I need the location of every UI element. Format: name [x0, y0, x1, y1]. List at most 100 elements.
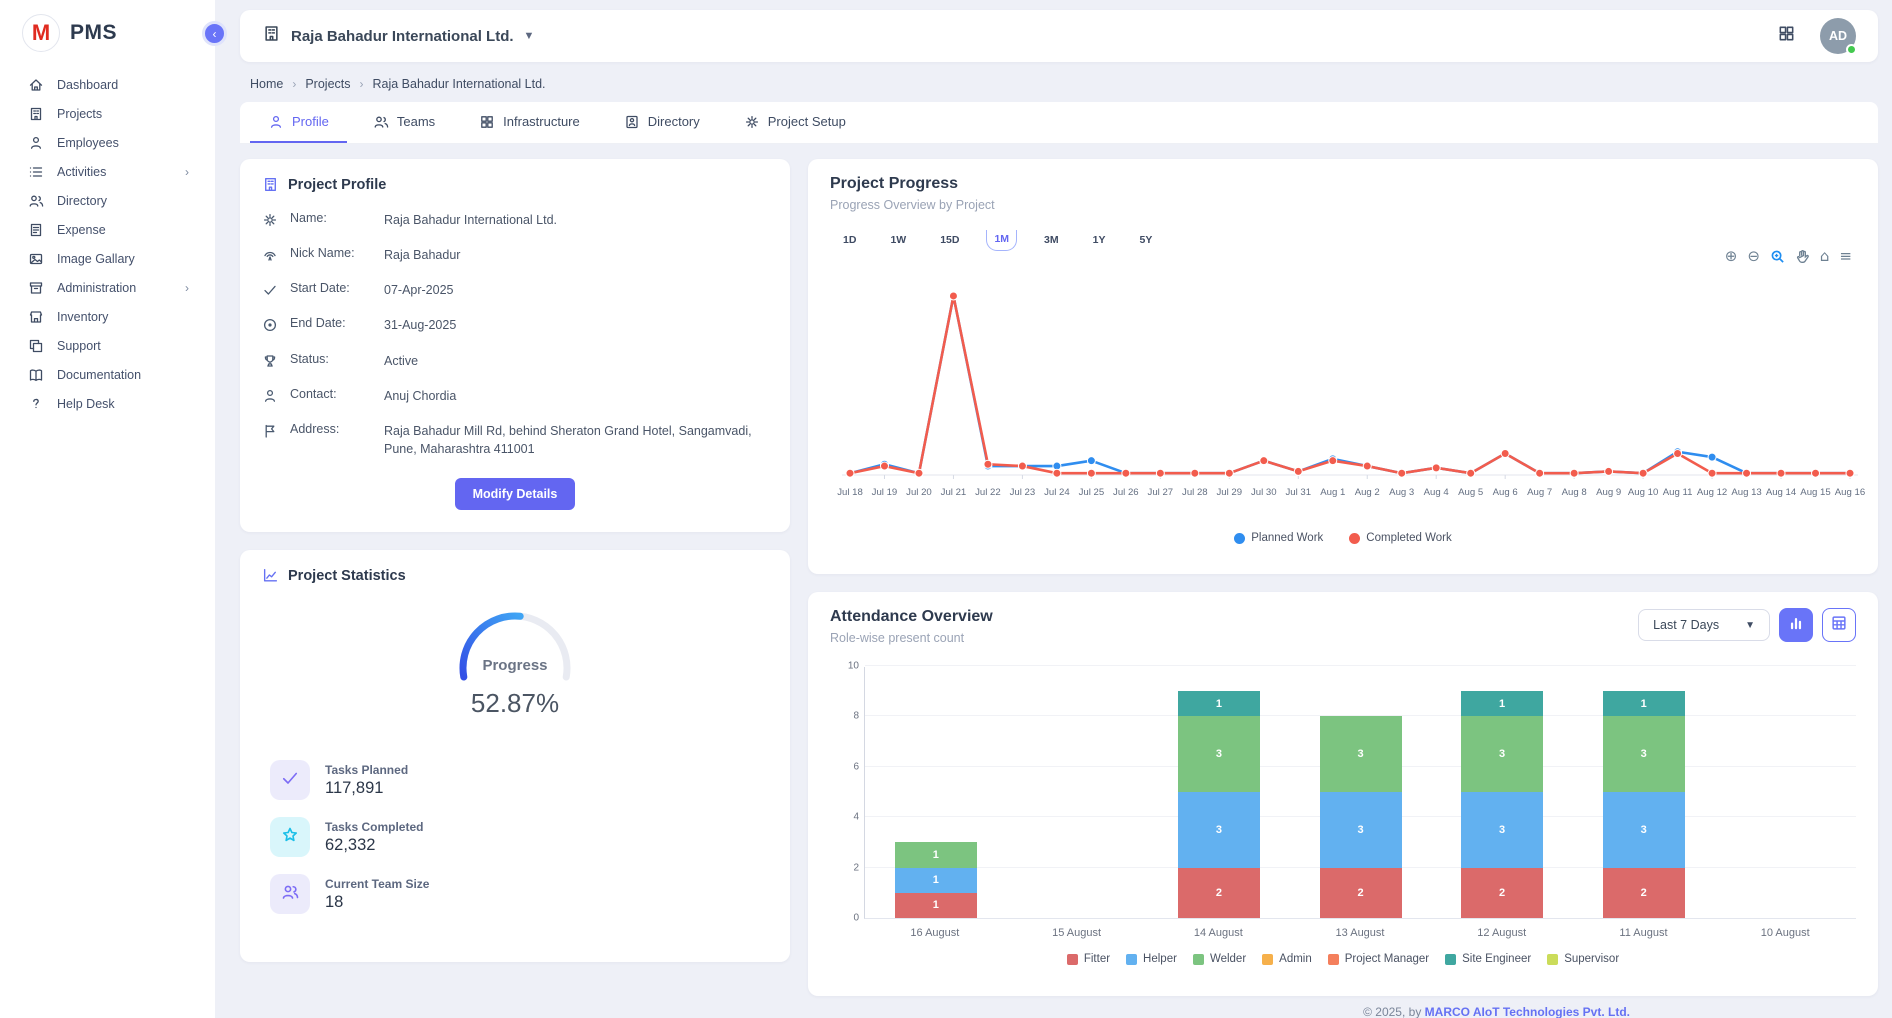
legend-swatch [1193, 954, 1204, 965]
bar-value-label: 3 [1216, 748, 1222, 760]
profile-field-name: Name:Raja Bahadur International Ltd. [262, 211, 768, 229]
footer-company-link[interactable]: MARCO AIoT Technologies Pvt. Ltd. [1425, 1005, 1630, 1018]
building-icon [262, 176, 279, 193]
bar-segment-site-engineer: 1 [1461, 691, 1543, 716]
sidebar-item-documentation[interactable]: Documentation [0, 360, 215, 389]
breadcrumb-item[interactable]: Projects [305, 77, 350, 91]
date-range-dropdown[interactable]: Last 7 Days ▼ [1638, 609, 1770, 641]
svg-text:Aug 10: Aug 10 [1628, 487, 1658, 498]
field-value: Raja Bahadur [384, 246, 768, 264]
pan-icon[interactable] [1795, 249, 1810, 264]
apps-grid-icon[interactable] [1777, 24, 1796, 48]
tab-profile[interactable]: Profile [250, 102, 347, 143]
company-selector[interactable]: Raja Bahadur International Ltd. ▼ [262, 24, 534, 48]
range-button-1w[interactable]: 1W [883, 230, 913, 251]
data-point [1743, 469, 1751, 477]
field-value: Raja Bahadur Mill Rd, behind Sheraton Gr… [384, 422, 768, 458]
project-profile-card: Project Profile Name:Raja Bahadur Intern… [240, 159, 790, 532]
tab-label: Profile [292, 114, 329, 129]
tab-directory[interactable]: Directory [606, 102, 718, 143]
legend-item-planned-work[interactable]: Planned Work [1234, 532, 1323, 544]
sidebar-item-employees[interactable]: Employees [0, 128, 215, 157]
reset-home-icon[interactable]: ⌂ [1820, 249, 1830, 264]
sidebar-item-administration[interactable]: Administration› [0, 273, 215, 302]
stat-value: 62,332 [325, 836, 423, 855]
sidebar-item-directory[interactable]: Directory [0, 186, 215, 215]
range-button-15d[interactable]: 15D [933, 230, 966, 251]
building-icon [262, 30, 281, 47]
sidebar-item-expense[interactable]: Expense [0, 215, 215, 244]
menu-icon[interactable]: ≡ [1839, 249, 1852, 264]
field-label: End Date: [290, 316, 372, 330]
zoom-out-icon[interactable]: ⊖ [1747, 249, 1760, 264]
bar-value-label: 3 [1357, 824, 1363, 836]
sidebar-item-inventory[interactable]: Inventory [0, 302, 215, 331]
svg-text:Aug 16: Aug 16 [1835, 487, 1865, 498]
tab-project-setup[interactable]: Project Setup [726, 102, 864, 143]
bar-segment-helper: 3 [1178, 792, 1260, 868]
profile-field-nick-name: Nick Name: Raja Bahadur [262, 246, 768, 264]
sidebar-item-dashboard[interactable]: Dashboard [0, 70, 215, 99]
person-icon [268, 114, 284, 130]
legend-item-fitter[interactable]: Fitter [1067, 953, 1110, 965]
svg-text:Jul 26: Jul 26 [1113, 487, 1139, 498]
data-point [1708, 453, 1716, 461]
attendance-title: Attendance Overview [830, 608, 993, 626]
svg-text:Jul 24: Jul 24 [1044, 487, 1070, 498]
bar-value-label: 3 [1641, 824, 1647, 836]
sidebar-item-projects[interactable]: Projects [0, 99, 215, 128]
person-icon [27, 134, 44, 151]
range-button-3m[interactable]: 3M [1037, 230, 1066, 251]
range-button-1d[interactable]: 1D [836, 230, 863, 251]
field-label: Nick Name: [290, 246, 372, 260]
bar-segment-helper: 3 [1603, 792, 1685, 868]
sidebar-item-image-gallary[interactable]: Image Gallary [0, 244, 215, 273]
range-button-1m[interactable]: 1M [986, 230, 1017, 251]
bar-value-label: 3 [1641, 748, 1647, 760]
legend-item-supervisor[interactable]: Supervisor [1547, 953, 1619, 965]
chart-view-button[interactable] [1779, 608, 1813, 642]
svg-text:52.87%: 52.87% [471, 688, 559, 718]
range-button-5y[interactable]: 5Y [1132, 230, 1159, 251]
app-logo[interactable]: M PMS [0, 0, 215, 62]
legend-item-project-manager[interactable]: Project Manager [1328, 953, 1429, 965]
breadcrumb-item[interactable]: Home [250, 77, 283, 91]
tab-teams[interactable]: Teams [355, 102, 453, 143]
legend-item-welder[interactable]: Welder [1193, 953, 1246, 965]
legend-label: Planned Work [1251, 532, 1323, 544]
bar-column-16-august: 111 [865, 667, 1007, 918]
bar-segment-fitter: 2 [1178, 868, 1260, 918]
tab-label: Infrastructure [503, 114, 580, 129]
receipt-icon [27, 221, 44, 238]
profile-card-title: Project Profile [288, 177, 386, 193]
range-button-1y[interactable]: 1Y [1086, 230, 1113, 251]
legend-item-completed-work[interactable]: Completed Work [1349, 532, 1451, 544]
field-label: Address: [290, 422, 372, 436]
table-view-button[interactable] [1822, 608, 1856, 642]
avatar[interactable]: AD [1820, 18, 1856, 54]
profile-field-end-date: End Date: 31-Aug-2025 [262, 316, 768, 334]
selection-zoom-icon[interactable] [1770, 249, 1785, 264]
progress-title: Project Progress [830, 175, 1856, 193]
tab-infrastructure[interactable]: Infrastructure [461, 102, 598, 143]
sidebar-item-help-desk[interactable]: Help Desk [0, 389, 215, 418]
project-progress-card: Project Progress Progress Overview by Pr… [808, 159, 1878, 574]
field-value: 31-Aug-2025 [384, 316, 768, 334]
stat-label: Current Team Size [325, 877, 429, 891]
legend-item-site-engineer[interactable]: Site Engineer [1445, 953, 1531, 965]
target-icon [262, 317, 278, 333]
modify-details-button[interactable]: Modify Details [455, 478, 576, 510]
bar-segment-fitter: 2 [1320, 868, 1402, 918]
sidebar-item-support[interactable]: Support [0, 331, 215, 360]
sidebar-item-label: Activities [57, 165, 106, 179]
svg-text:Progress: Progress [482, 657, 547, 674]
zoom-in-icon[interactable]: ⊕ [1725, 249, 1738, 264]
legend-item-admin[interactable]: Admin [1262, 953, 1312, 965]
company-name: Raja Bahadur International Ltd. [291, 28, 514, 45]
sidebar-collapse-button[interactable]: ‹ [202, 21, 227, 46]
sidebar-item-label: Directory [57, 194, 107, 208]
sidebar-item-activities[interactable]: Activities› [0, 157, 215, 186]
legend-item-helper[interactable]: Helper [1126, 953, 1177, 965]
store-icon [27, 308, 44, 325]
field-value: Raja Bahadur International Ltd. [384, 211, 768, 229]
